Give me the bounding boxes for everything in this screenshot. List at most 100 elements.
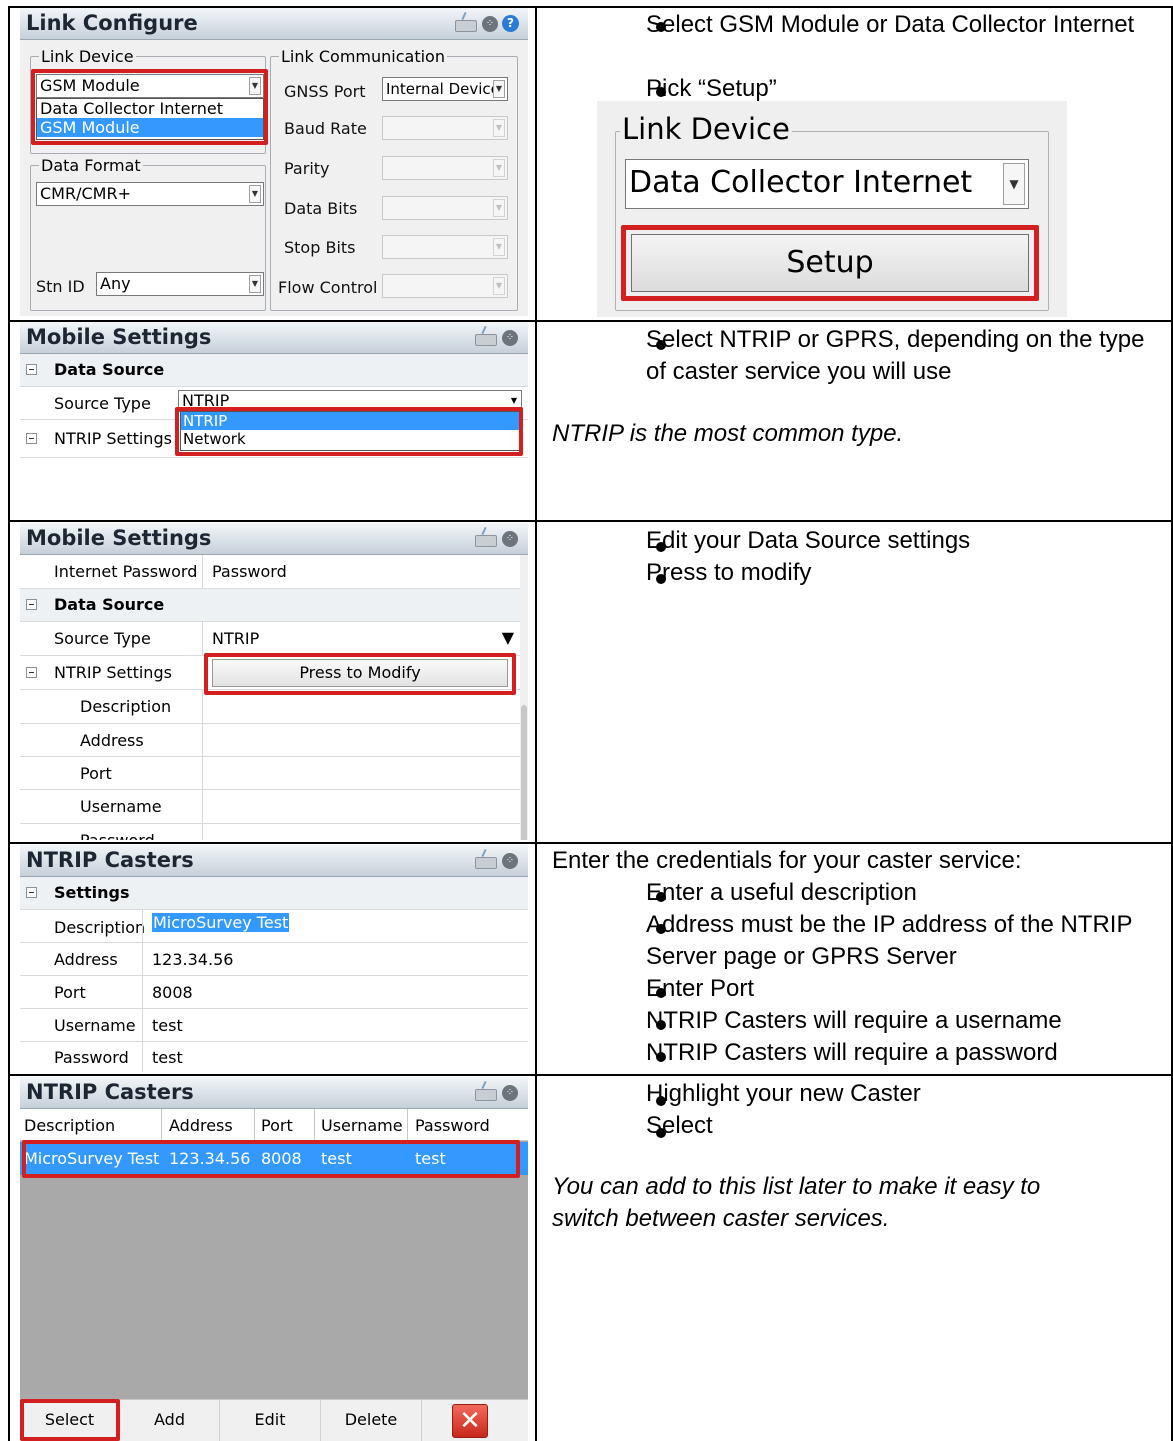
stn-id-select[interactable]: Any ▼ [96,272,264,296]
collapse-icon[interactable] [26,433,37,444]
screen-title: NTRIP Casters [26,848,194,872]
add-button[interactable]: Add [120,1400,220,1441]
stop-bits-label: Stop Bits [284,238,356,257]
stop-bits-select[interactable]: ▼ [382,235,508,259]
password-row: Password test [20,1042,528,1072]
username-value[interactable]: test [152,1016,183,1035]
description-value[interactable]: MicroSurvey Test [152,913,290,932]
column-header[interactable]: Address [169,1116,233,1135]
column-separator [202,824,203,840]
grid-icon[interactable]: ⁘ [502,1085,518,1101]
column-header[interactable]: Port [261,1116,293,1135]
chevron-down-icon[interactable]: ▼ [249,185,261,203]
baud-rate-select[interactable]: ▼ [382,116,508,140]
collapse-icon[interactable] [26,364,37,375]
data-bits-select[interactable]: ▼ [382,196,508,220]
scrollbar-thumb[interactable] [521,705,527,840]
data-source-section[interactable]: Data Source [20,354,528,387]
collapse-icon[interactable] [26,599,37,610]
collapse-icon[interactable] [26,887,37,898]
column-separator [202,622,203,655]
data-source-section[interactable]: Data Source [20,589,520,622]
grid-icon[interactable]: ⁘ [502,531,518,547]
internet-password-row: Internet Password Password [20,555,520,589]
instruction-text: Address must be the IP address of the NT… [646,911,1133,970]
instruction-text: Enter a useful description [646,879,917,906]
scrollbar[interactable] [520,555,528,840]
column-separator [142,1042,143,1072]
username-row: Username test [20,1009,528,1042]
highlight-box [621,225,1039,301]
close-icon[interactable]: ✕ [452,1404,488,1438]
zoom-link-device-value: Data Collector Internet [629,165,973,200]
parity-select[interactable]: ▼ [382,156,508,180]
source-type-value[interactable]: NTRIP [212,629,259,648]
internet-password-label: Internet Password [54,562,198,581]
table-border-left [8,6,10,1441]
keyboard-icon[interactable] [475,857,497,869]
keyboard-icon[interactable] [475,1089,497,1101]
ntrip-casters-list-screenshot: NTRIP Casters ⁘ Description Address Port… [20,1077,528,1441]
keyboard-icon[interactable] [455,20,477,32]
port-value[interactable]: 8008 [152,983,193,1002]
screen-title: NTRIP Casters [26,1080,194,1104]
help-icon[interactable]: ? [502,15,519,32]
column-header[interactable]: Password [415,1116,490,1135]
collapse-icon[interactable] [26,667,37,678]
port-label: Port [54,983,86,1002]
instruction-text: Enter Port [646,975,755,1002]
note-text: You can add to this list later to make i… [552,1173,1041,1232]
mobile-settings-header: Mobile Settings ⁘ [20,322,528,354]
chevron-down-icon[interactable]: ▼ [502,628,514,647]
data-format-value: CMR/CMR+ [40,184,131,203]
screen-title: Mobile Settings [26,325,212,349]
grid-icon[interactable]: ⁘ [502,330,518,346]
delete-button[interactable]: Delete [321,1400,422,1441]
keyboard-icon[interactable] [475,334,497,346]
gnss-port-label: GNSS Port [284,82,366,101]
chevron-down-icon[interactable]: ▼ [493,80,505,98]
column-separator [407,1109,408,1140]
description-row: Description MicroSurvey Test [20,910,528,943]
internet-password-value[interactable]: Password [212,562,287,581]
keyboard-icon[interactable] [475,535,497,547]
baud-rate-label: Baud Rate [284,119,367,138]
data-format-select[interactable]: CMR/CMR+ ▼ [36,182,264,206]
section-label: Data Source [54,595,165,614]
settings-section[interactable]: Settings [20,877,528,910]
chevron-down-icon[interactable]: ▼ [249,275,261,293]
chevron-down-icon: ▼ [493,119,505,137]
column-header[interactable]: Description [24,1116,115,1135]
edit-button[interactable]: Edit [220,1400,321,1441]
zoom-link-device-select[interactable]: Data Collector Internet ▼ [625,159,1029,209]
description-label: Description [54,918,146,937]
gnss-port-select[interactable]: Internal Device ▼ [382,77,508,101]
section-label: Settings [54,883,130,902]
section-label: Data Source [54,360,165,379]
mobile-settings-screenshot: Mobile Settings ⁘ Data Source Source Typ… [20,322,528,458]
grid-icon[interactable]: ⁘ [502,853,518,869]
password-label: Password [54,1048,129,1067]
source-type-label: Source Type [54,629,151,648]
link-device-zoom-screenshot: Link Device Data Collector Internet ▼ Se… [597,101,1067,317]
column-separator [142,1009,143,1041]
password-value[interactable]: test [152,1048,183,1067]
stn-id-label: Stn ID [36,277,85,296]
mobile-settings-screenshot: Mobile Settings ⁘ Internet Password Pass… [20,523,528,840]
column-separator [314,1109,315,1140]
grid-icon[interactable]: ⁘ [482,16,498,32]
screen-title: Link Configure [26,11,198,35]
field-row: Password [20,824,520,840]
highlight-box [204,653,516,695]
link-device-label: Link Device [39,47,136,66]
screen-title: Mobile Settings [26,526,212,550]
source-type-label: Source Type [54,394,151,413]
field-label: Port [80,764,112,783]
gnss-port-value: Internal Device [386,80,500,98]
column-header[interactable]: Username [321,1116,403,1135]
delete-button-label: Delete [344,1410,398,1429]
flow-control-select[interactable]: ▼ [382,274,508,298]
port-row: Port 8008 [20,976,528,1009]
address-value[interactable]: 123.34.56 [152,950,233,969]
chevron-down-icon[interactable]: ▼ [1003,163,1025,205]
